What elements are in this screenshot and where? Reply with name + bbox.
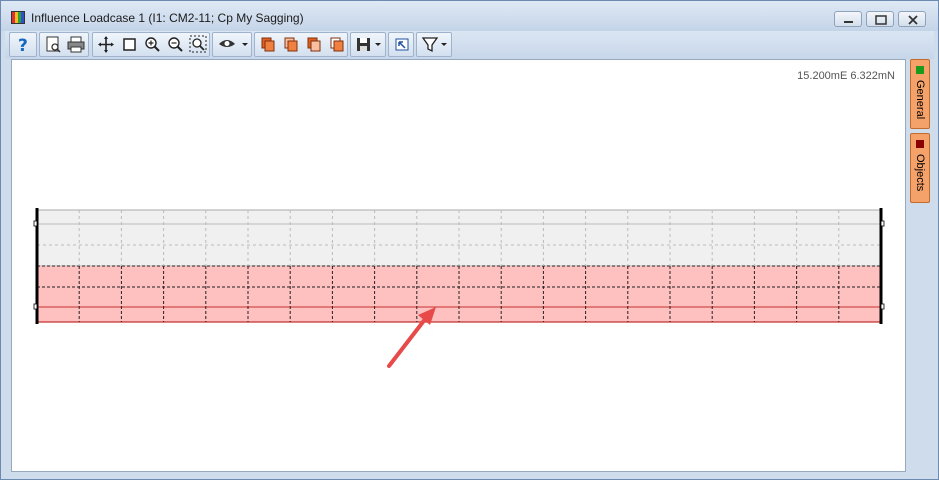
zoom-out-icon bbox=[168, 37, 183, 52]
filter-dropdown-button[interactable] bbox=[419, 33, 451, 56]
node-marker bbox=[880, 220, 885, 227]
toolbar-group-copy bbox=[254, 32, 348, 57]
general-tab-label: General bbox=[914, 80, 926, 120]
restore-button[interactable] bbox=[866, 11, 894, 27]
restore-icon bbox=[875, 15, 887, 25]
objects-tab-icon bbox=[916, 140, 924, 148]
svg-text:?: ? bbox=[18, 36, 28, 56]
filter-dropdown-icon bbox=[421, 37, 447, 53]
view-dropdown-button[interactable] bbox=[215, 33, 251, 56]
title-bar[interactable]: Influence Loadcase 1 (I1: CM2-11; Cp My … bbox=[1, 1, 938, 31]
zoom-in-icon bbox=[145, 37, 160, 52]
pan-icon bbox=[98, 36, 114, 53]
copy-orange-3-button[interactable] bbox=[303, 33, 325, 56]
influence-loadcase-window: Influence Loadcase 1 (I1: CM2-11; Cp My … bbox=[0, 0, 939, 480]
pan-button[interactable] bbox=[95, 33, 117, 56]
copy-orange-1-button[interactable] bbox=[257, 33, 279, 56]
copy-orange-2-button[interactable] bbox=[280, 33, 302, 56]
general-tab-icon bbox=[916, 66, 924, 74]
print-preview-icon bbox=[46, 36, 61, 53]
close-icon bbox=[908, 15, 918, 25]
objects-tab-label: Objects bbox=[914, 154, 926, 192]
node-marker bbox=[880, 303, 885, 310]
zoom-extents-button[interactable] bbox=[187, 33, 209, 56]
help-icon: ? bbox=[18, 36, 28, 56]
close-button[interactable] bbox=[898, 11, 926, 27]
deck-drawing bbox=[33, 208, 885, 368]
select-box-icon bbox=[123, 38, 136, 51]
minimize-button[interactable] bbox=[834, 11, 862, 27]
zoom-extents-icon bbox=[189, 35, 207, 53]
reset-view-icon bbox=[395, 38, 409, 51]
toolbar-group-filter bbox=[416, 32, 452, 57]
window-title: Influence Loadcase 1 (I1: CM2-11; Cp My … bbox=[31, 11, 304, 25]
copy-orange-1-icon bbox=[261, 37, 275, 52]
reset-view-button[interactable] bbox=[391, 33, 413, 56]
print-icon bbox=[67, 36, 85, 53]
side-tab-general[interactable]: General bbox=[910, 59, 930, 129]
view-dropdown-icon bbox=[219, 40, 248, 47]
toolbar-group-print bbox=[39, 32, 89, 57]
save-dropdown-icon bbox=[357, 38, 381, 51]
app-icon bbox=[11, 11, 25, 24]
toolbar-group-view bbox=[212, 32, 252, 57]
zoom-in-button[interactable] bbox=[141, 33, 163, 56]
toolbar-group-save bbox=[350, 32, 386, 57]
minimize-icon bbox=[844, 21, 853, 23]
copy-orange-2-icon bbox=[284, 37, 298, 52]
copy-orange-3-icon bbox=[307, 37, 321, 52]
print-preview-button[interactable] bbox=[42, 33, 64, 56]
copy-orange-4-button[interactable] bbox=[326, 33, 348, 56]
node-marker bbox=[33, 220, 38, 227]
print-button[interactable] bbox=[65, 33, 87, 56]
toolbar: ? bbox=[5, 31, 934, 59]
save-dropdown-button[interactable] bbox=[353, 33, 385, 56]
toolbar-group-reset bbox=[388, 32, 414, 57]
toolbar-group-help: ? bbox=[9, 32, 37, 57]
drawing-canvas[interactable]: 15.200mE 6.322mN bbox=[11, 59, 906, 472]
toolbar-group-navigation bbox=[92, 32, 210, 57]
zoom-out-button[interactable] bbox=[164, 33, 186, 56]
copy-orange-4-icon bbox=[330, 37, 344, 52]
side-tab-objects[interactable]: Objects bbox=[910, 133, 930, 203]
help-button[interactable]: ? bbox=[12, 33, 34, 56]
select-box-button[interactable] bbox=[118, 33, 140, 56]
node-marker bbox=[33, 303, 38, 310]
